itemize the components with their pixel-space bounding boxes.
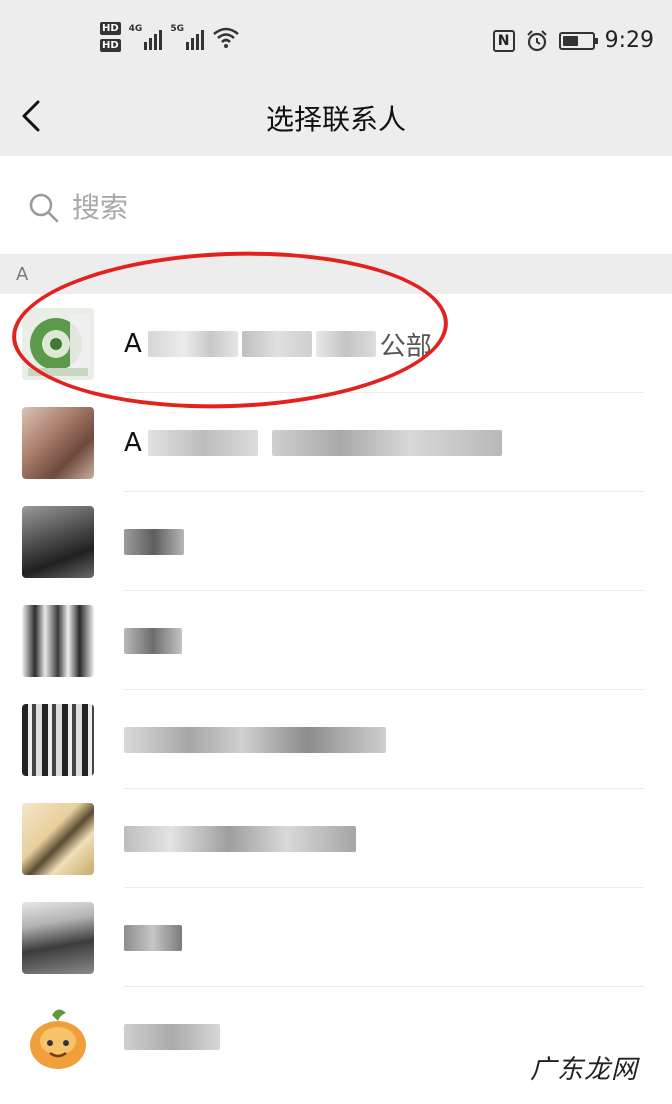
section-letter: A <box>16 264 29 285</box>
hd-label: HD <box>100 39 121 52</box>
hd-badges: HD HD <box>100 22 121 52</box>
search-icon <box>29 193 59 223</box>
contact-name: A <box>124 423 502 463</box>
contact-row[interactable] <box>0 492 672 591</box>
avatar <box>22 803 94 875</box>
name-prefix: A <box>124 428 142 458</box>
contact-row[interactable] <box>0 591 672 690</box>
status-right: N 9:29 <box>492 28 654 53</box>
alarm-icon <box>526 29 547 51</box>
contact-list: A 公部 A <box>0 294 672 1086</box>
avatar <box>22 407 94 479</box>
avatar <box>22 605 94 677</box>
contact-name <box>124 819 356 859</box>
contact-name <box>124 522 184 562</box>
contact-row[interactable] <box>0 888 672 987</box>
header-bar: 选择联系人 <box>0 80 672 156</box>
status-bar: HD HD 4G 5G N 9:29 <box>0 0 672 80</box>
contact-name <box>124 918 182 958</box>
avatar <box>22 1001 94 1073</box>
page-title: 选择联系人 <box>265 103 406 136</box>
signal-label: 5G <box>170 24 184 34</box>
contact-name <box>124 720 386 760</box>
contact-row[interactable]: A <box>0 393 672 492</box>
hd-badge-1: HD <box>100 22 121 35</box>
nfc-icon: N <box>492 29 515 52</box>
search-input[interactable]: 搜索 <box>0 156 672 254</box>
wifi-icon <box>213 27 239 48</box>
search-placeholder: 搜索 <box>72 191 129 224</box>
watermark: 广东龙网 <box>529 1055 638 1085</box>
contact-name <box>124 621 182 661</box>
avatar <box>22 704 94 776</box>
avatar <box>22 506 94 578</box>
contact-name <box>124 1017 220 1057</box>
contact-row[interactable] <box>0 690 672 789</box>
hd-badge-2: HD <box>100 39 121 52</box>
contact-row[interactable] <box>0 789 672 888</box>
network-indicators: HD HD 4G 5G <box>100 22 240 52</box>
clock: 9:29 <box>604 28 654 53</box>
signal-4g-icon: 4G <box>129 24 163 50</box>
avatar <box>22 902 94 974</box>
signal-label: 4G <box>128 24 143 34</box>
hd-label: HD <box>100 22 121 35</box>
signal-5g-icon: 5G <box>170 24 204 50</box>
battery-icon <box>558 31 598 50</box>
